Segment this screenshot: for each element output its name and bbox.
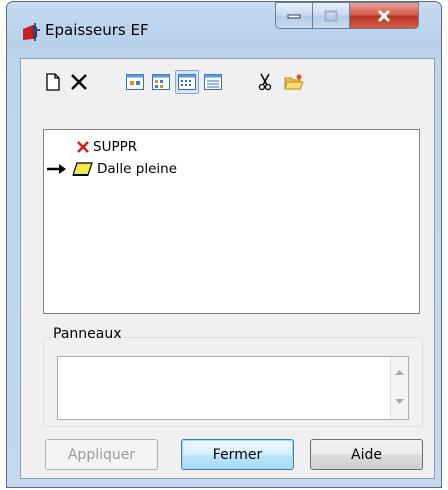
maximize-icon — [324, 10, 338, 21]
client-area: SUPPR Dalle pleine Panneaux Appliquer Fe… — [20, 58, 435, 479]
scroll-up-icon[interactable] — [395, 370, 404, 376]
slab-icon — [72, 162, 93, 176]
minimize-icon — [287, 14, 301, 18]
view-list-icon — [178, 74, 196, 90]
close-icon — [377, 9, 391, 22]
cut-scissors-icon — [258, 73, 272, 91]
view-small-icons-icon — [152, 74, 170, 90]
current-item-arrow-icon — [47, 164, 66, 174]
panneaux-field[interactable] — [57, 356, 409, 420]
tree-item-label: Dalle pleine — [97, 161, 178, 177]
cut-button[interactable] — [253, 70, 277, 94]
view-large-icons-icon — [126, 74, 144, 90]
view-large-icons-button[interactable] — [123, 70, 147, 94]
view-details-icon — [204, 74, 222, 90]
panneaux-scrollbar[interactable] — [390, 357, 408, 419]
open-folder-button[interactable] — [282, 70, 306, 94]
view-small-icons-button[interactable] — [149, 70, 173, 94]
delete-button[interactable] — [67, 70, 91, 94]
close-dialog-button[interactable]: Fermer — [181, 439, 294, 470]
new-document-icon — [46, 73, 60, 91]
scroll-down-icon[interactable] — [395, 399, 404, 405]
title-bar[interactable]: Epaisseurs EF — [7, 2, 441, 58]
panneaux-group-title: Panneaux — [51, 326, 124, 342]
view-list-button[interactable] — [175, 70, 199, 94]
minimize-button[interactable] — [275, 2, 313, 29]
new-button[interactable] — [41, 70, 65, 94]
open-folder-icon — [284, 74, 304, 90]
view-details-button[interactable] — [201, 70, 225, 94]
delete-x-icon — [71, 74, 87, 90]
tree-item-label: SUPPR — [93, 139, 138, 155]
app-icon — [21, 23, 41, 41]
close-button[interactable] — [349, 2, 419, 29]
dialog-window: Epaisseurs EF SUPPR Dalle pleine Panneau… — [6, 1, 442, 488]
red-x-icon — [77, 141, 89, 153]
maximize-button[interactable] — [312, 2, 350, 29]
help-button[interactable]: Aide — [310, 439, 423, 470]
tree-item-suppr[interactable]: SUPPR — [76, 137, 137, 157]
element-tree[interactable]: SUPPR Dalle pleine — [43, 129, 420, 314]
tree-item-dalle-pleine[interactable]: Dalle pleine — [46, 159, 177, 179]
apply-button[interactable]: Appliquer — [45, 439, 158, 470]
window-title: Epaisseurs EF — [45, 21, 149, 39]
